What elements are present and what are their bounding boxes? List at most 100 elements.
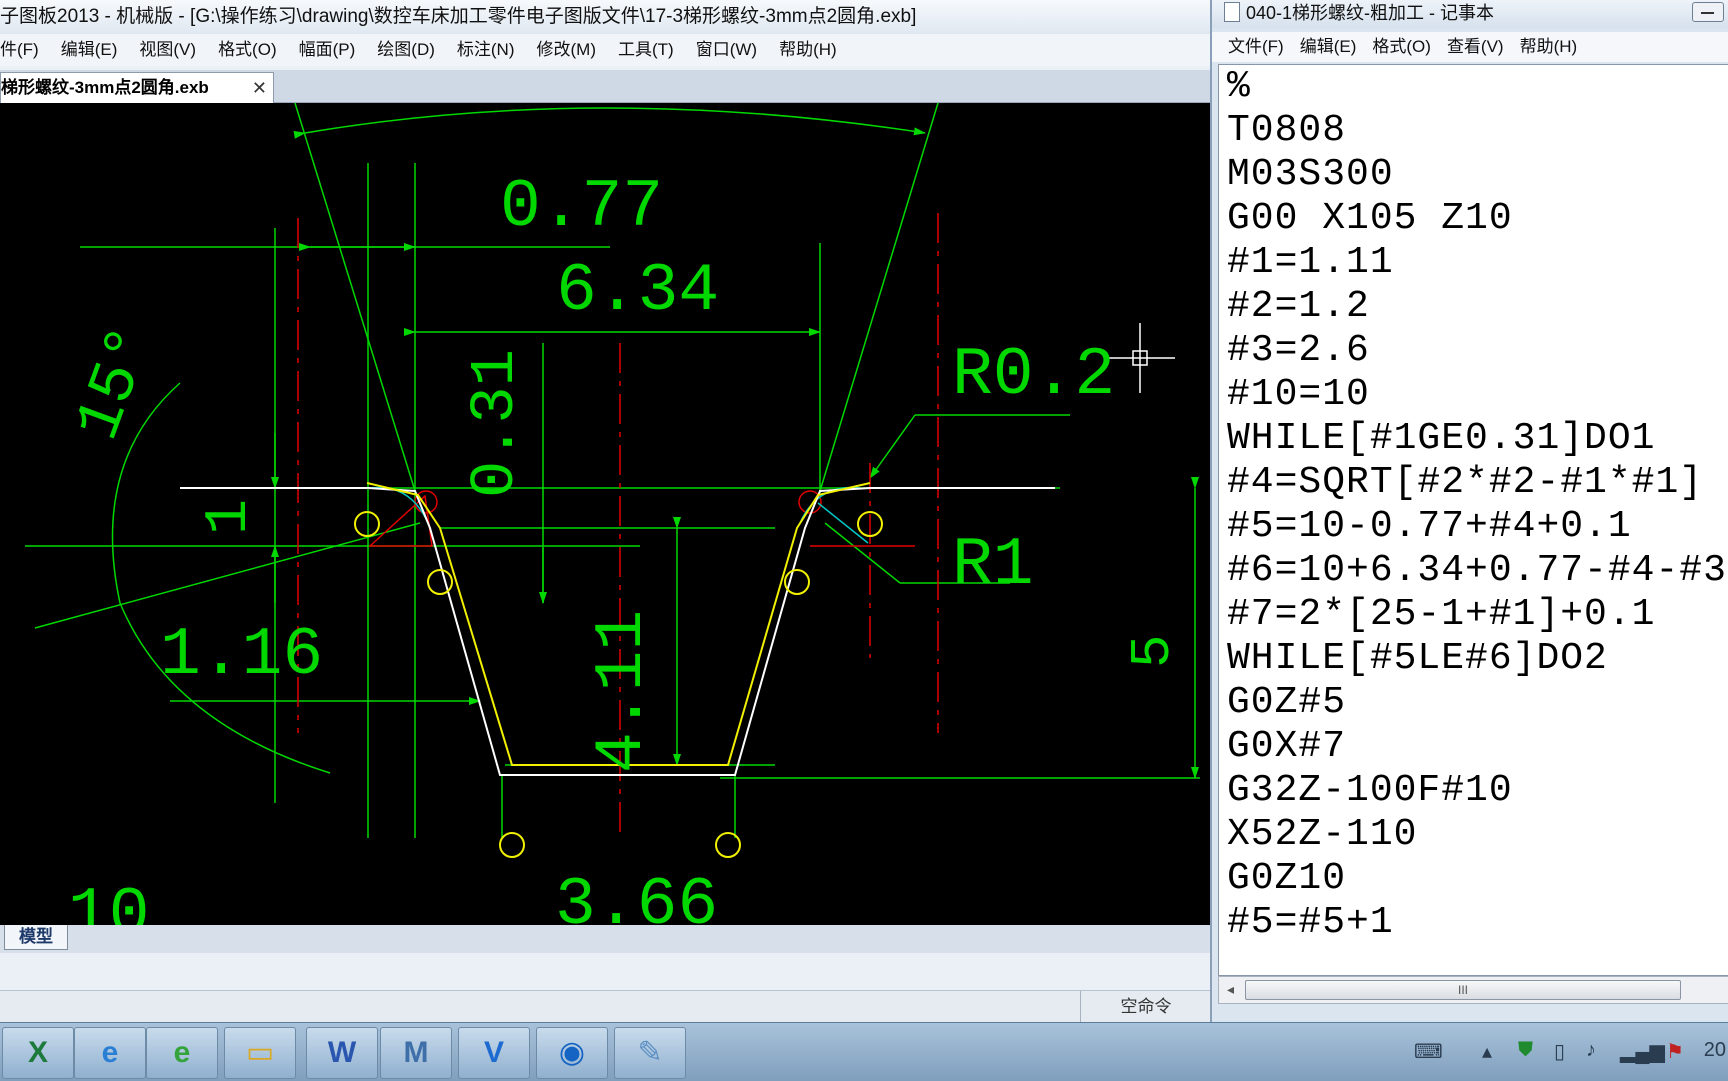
word-icon: W [327, 1036, 357, 1069]
minimize-button[interactable] [1692, 2, 1724, 22]
flank-ext-right [819, 103, 939, 492]
show-hidden-icon[interactable]: ▴ [1482, 1039, 1492, 1064]
system-tray: ⌨ ▴ ⛊ ▯ ♪ ▂▄▆ ⚑ 20 [1400, 1029, 1728, 1075]
dim-text-10: 10 [68, 877, 150, 925]
taskbar-camera-app[interactable]: ◉ [536, 1027, 608, 1079]
v-app-icon: V [483, 1036, 504, 1069]
cad-menu-help[interactable]: 帮助(H) [779, 34, 837, 66]
horizontal-scrollbar[interactable]: ◂ III [1218, 976, 1728, 1004]
flank-ext-left [294, 103, 416, 492]
notepad-menu-format[interactable]: 格式(O) [1372, 32, 1431, 62]
battery-icon[interactable]: ▯ [1554, 1039, 1565, 1064]
code-line: G0X#7 [1227, 725, 1347, 768]
code-line: G0Z#5 [1227, 681, 1347, 724]
code-line: G0Z10 [1227, 857, 1347, 900]
cad-menu-format[interactable]: 格式(O) [218, 34, 277, 66]
code-line: #4=SQRT[#2*#2-#1*#1] [1227, 461, 1704, 504]
volume-muted-icon[interactable]: ♪ [1586, 1039, 1596, 1062]
cad-title-bar: 子图板2013 - 机械版 - [G:\操作练习\drawing\数控车床加工零… [0, 0, 1210, 34]
code-line: #7=2*[25-1+#1]+0.1 [1227, 593, 1656, 636]
drawing-svg: 0.77 6.34 0.31 15° 1 1.16 R0.2 R1 4.11 5… [25, 103, 1200, 925]
taskbar: X e e ▭ W M V ◉ ✎ ⌨ ▴ ⛊ ▯ ♪ ▂▄▆ ⚑ 20 [0, 1022, 1728, 1081]
cad-menu-sheet[interactable]: 幅面(P) [299, 34, 356, 66]
cad-menu-edit[interactable]: 编辑(E) [61, 34, 118, 66]
tab-model[interactable]: 模型 [4, 925, 68, 950]
code-line: WHILE[#5LE#6]DO2 [1227, 637, 1608, 680]
dim-text-366: 3.66 [555, 867, 718, 925]
code-line: X52Z-110 [1227, 813, 1418, 856]
dim-text-r02: R0.2 [952, 337, 1115, 414]
cad-menu-tools[interactable]: 工具(T) [618, 34, 674, 66]
cad-window: 子图板2013 - 机械版 - [G:\操作练习\drawing\数控车床加工零… [0, 0, 1210, 1023]
notepad-menu-edit[interactable]: 编辑(E) [1300, 32, 1357, 62]
cad-menu-file[interactable]: 件(F) [0, 34, 39, 66]
document-tab[interactable]: 梯形螺纹-3mm点2圆角.exb ✕ [0, 72, 274, 103]
drawing-canvas[interactable]: 0.77 6.34 0.31 15° 1 1.16 R0.2 R1 4.11 5… [0, 103, 1210, 925]
cad-menu-dimension[interactable]: 标注(N) [457, 34, 515, 66]
leader-r1-arrow [824, 522, 901, 584]
network-icon[interactable]: ▂▄▆ [1620, 1039, 1665, 1064]
cad-menu-window[interactable]: 窗口(W) [696, 34, 757, 66]
cad-tab-strip: 梯形螺纹-3mm点2圆角.exb ✕ [0, 70, 1210, 103]
taskbar-ie[interactable]: e [74, 1027, 146, 1079]
crosshair-cursor [1105, 323, 1175, 393]
notepad-title-text: 040-1梯形螺纹-粗加工 - 记事本 [1246, 3, 1495, 23]
code-line: #5=#5+1 [1227, 901, 1394, 944]
taskbar-explorer[interactable]: ▭ [224, 1027, 296, 1079]
status-command: 空命令 [1080, 991, 1211, 1023]
code-line: #3=2.6 [1227, 329, 1370, 372]
code-line: #10=10 [1227, 373, 1370, 416]
taskbar-cam[interactable]: M [380, 1027, 452, 1079]
notepad-menu-file[interactable]: 文件(F) [1228, 32, 1284, 62]
excel-icon: X [27, 1036, 48, 1069]
keyboard-icon[interactable]: ⌨ [1414, 1039, 1443, 1064]
close-icon[interactable]: ✕ [252, 73, 267, 103]
ie-green-icon: e [173, 1036, 191, 1069]
tool-circle-3 [499, 832, 525, 858]
cad-status-bar: 空命令 [0, 990, 1210, 1023]
taskbar-notepad[interactable]: ✎ [614, 1027, 686, 1079]
ie-icon: e [101, 1036, 119, 1069]
code-line: T0808 [1227, 109, 1347, 152]
taskbar-v-app[interactable]: V [458, 1027, 530, 1079]
code-line: M03S300 [1227, 153, 1394, 196]
notepad-title-bar: 040-1梯形螺纹-粗加工 - 记事本 [1212, 0, 1728, 28]
dim-text-031: 0.31 [460, 349, 531, 498]
tool-circle-5 [784, 569, 810, 595]
dim-text-634: 6.34 [556, 253, 719, 330]
cad-menu-modify[interactable]: 修改(M) [537, 34, 596, 66]
document-tab-label: 梯形螺纹-3mm点2圆角.exb [1, 78, 209, 97]
notepad-icon: ✎ [637, 1036, 663, 1069]
code-line: #2=1.2 [1227, 285, 1370, 328]
notepad-text-area[interactable]: % T0808 M03S300 G00 X105 Z10 #1=1.11 #2=… [1218, 64, 1728, 976]
tool-circle-2 [427, 569, 453, 595]
notepad-doc-icon [1224, 2, 1240, 22]
scroll-grip: III [1457, 983, 1468, 997]
code-line: #5=10-0.77+#4+0.1 [1227, 505, 1632, 548]
action-center-flag-icon[interactable]: ⚑ [1666, 1039, 1684, 1064]
scroll-left-icon[interactable]: ◂ [1227, 981, 1234, 998]
cad-menu-view[interactable]: 视图(V) [139, 34, 196, 66]
cad-title-text: 子图板2013 - 机械版 - [G:\操作练习\drawing\数控车床加工零… [0, 6, 917, 27]
notepad-menu-help[interactable]: 帮助(H) [1520, 32, 1578, 62]
scroll-thumb[interactable]: III [1245, 980, 1681, 1000]
angle-arc-top [293, 107, 926, 139]
dim-text-077: 0.77 [500, 169, 663, 246]
model-tab-strip: 模型 [0, 925, 1210, 953]
tool-circle-4 [715, 832, 741, 858]
code-line: G32Z-100F#10 [1227, 769, 1513, 812]
camera-app-icon: ◉ [558, 1036, 586, 1069]
notepad-menu-bar: 文件(F) 编辑(E) 格式(O) 查看(V) 帮助(H) [1212, 32, 1728, 62]
taskbar-excel[interactable]: X [2, 1027, 74, 1079]
notepad-menu-view[interactable]: 查看(V) [1447, 32, 1504, 62]
notepad-window: 040-1梯形螺纹-粗加工 - 记事本 文件(F) 编辑(E) 格式(O) 查看(V)… [1210, 0, 1728, 1022]
taskbar-word[interactable]: W [306, 1027, 378, 1079]
code-line: % [1227, 65, 1251, 108]
code-line: #6=10+6.34+0.77-#4-#3- [1227, 549, 1728, 592]
security-shield-icon[interactable]: ⛊ [1518, 1039, 1533, 1062]
taskbar-ie-green[interactable]: e [146, 1027, 218, 1079]
dim-text-116: 1.16 [160, 617, 323, 694]
cad-menu-draw[interactable]: 绘图(D) [377, 34, 435, 66]
dim-text-r1: R1 [952, 527, 1034, 604]
clock[interactable]: 20 [1704, 1039, 1726, 1062]
